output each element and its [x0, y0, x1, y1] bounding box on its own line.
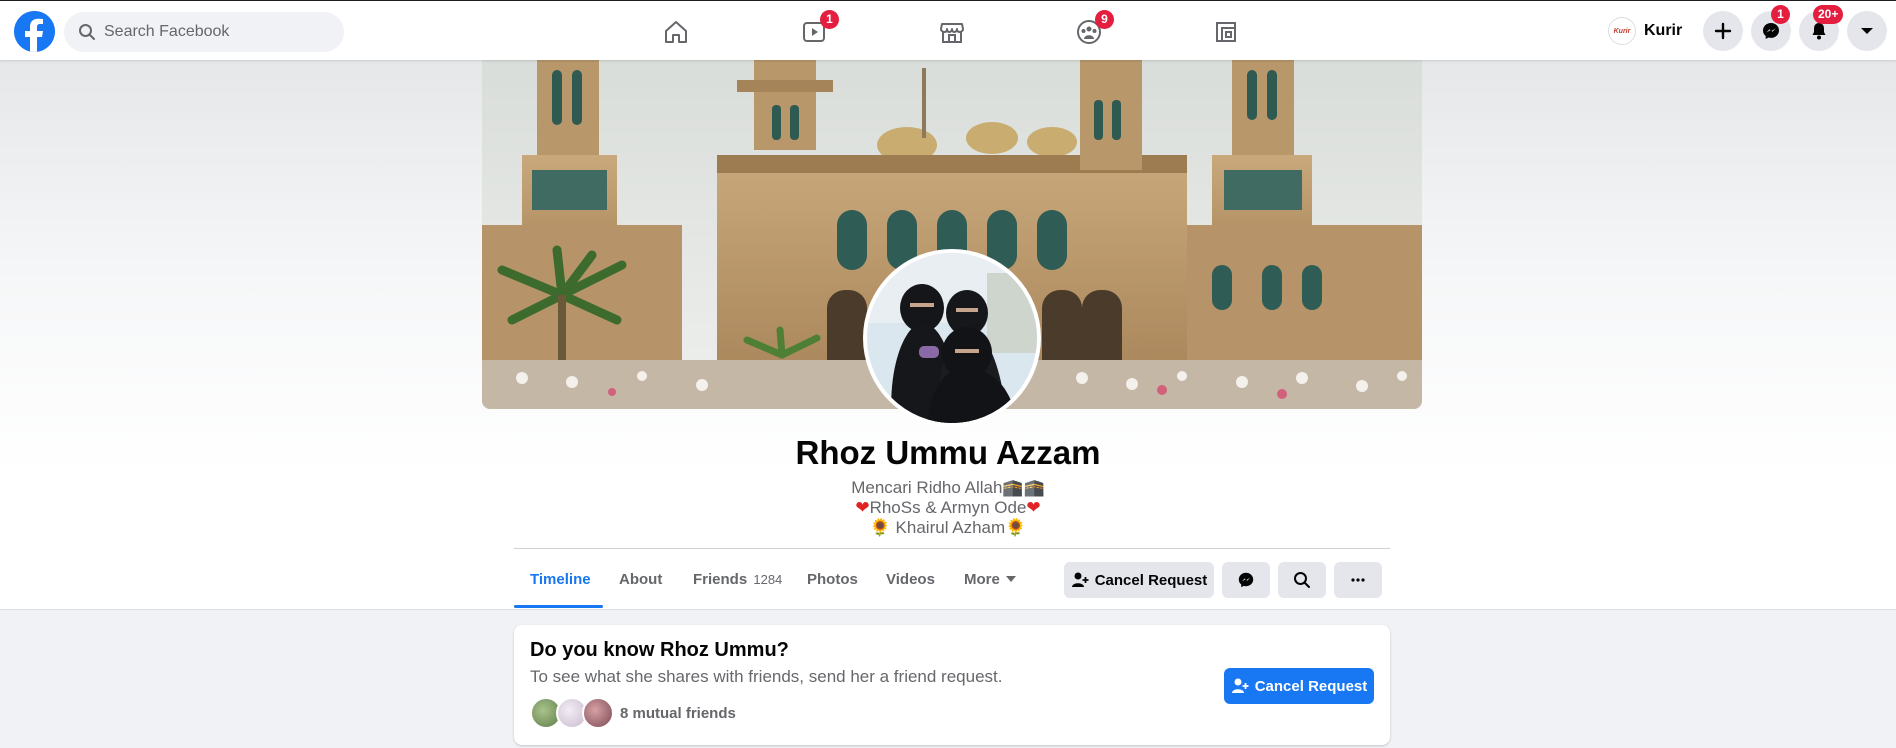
- facebook-logo[interactable]: [14, 11, 55, 52]
- messenger-button[interactable]: 1: [1751, 5, 1791, 51]
- sunflower-emoji: 🌻: [869, 518, 891, 537]
- tab-about[interactable]: About: [619, 563, 662, 597]
- card-cancel-request-button[interactable]: Cancel Request: [1224, 668, 1374, 704]
- search-input[interactable]: [104, 23, 324, 41]
- bell-icon: [1812, 23, 1826, 40]
- tab-about-label: About: [619, 571, 663, 588]
- mutual-friends-avatars[interactable]: [530, 697, 614, 731]
- tab-photos[interactable]: Photos: [807, 563, 858, 597]
- messenger-icon: [1238, 572, 1254, 588]
- facebook-f-icon: [14, 11, 55, 52]
- messenger-icon: [1763, 23, 1779, 39]
- groups-badge: 9: [1095, 10, 1114, 29]
- notifications-button[interactable]: 20+: [1799, 5, 1844, 51]
- account-name: Kurir: [1644, 22, 1683, 39]
- tab-friends-label: Friends: [693, 571, 748, 588]
- nav-watch[interactable]: 1: [758, 9, 870, 55]
- user-add-icon: [1071, 572, 1089, 587]
- caret-down-icon: [1861, 28, 1873, 34]
- message-button[interactable]: [1222, 562, 1270, 598]
- create-button[interactable]: [1703, 11, 1743, 51]
- nav-groups[interactable]: 9: [1033, 9, 1145, 55]
- card-cancel-request-label: Cancel Request: [1254, 677, 1368, 695]
- nav-home[interactable]: [620, 9, 732, 55]
- profile-picture[interactable]: [863, 249, 1041, 427]
- tab-timeline-label: Timeline: [530, 571, 591, 588]
- mutual-friend-avatar[interactable]: [582, 697, 614, 729]
- plus-icon: [1714, 22, 1732, 40]
- bio-line-2: ❤RhoSs & Armyn Ode❤: [0, 498, 1896, 518]
- notifications-badge: 20+: [1813, 5, 1844, 24]
- account-menu-button[interactable]: [1847, 11, 1887, 51]
- heart-emoji: ❤: [855, 498, 870, 517]
- marketplace-icon: [940, 23, 964, 43]
- tab-videos[interactable]: Videos: [886, 563, 935, 597]
- top-navigation-bar: 1 9 Kurir Kurir: [0, 0, 1896, 60]
- tab-photos-label: Photos: [807, 571, 858, 588]
- more-options-button[interactable]: [1334, 562, 1382, 598]
- profile-chip[interactable]: Kurir Kurir: [1608, 13, 1682, 49]
- nav-gaming[interactable]: [1170, 9, 1282, 55]
- profile-search-button[interactable]: [1278, 562, 1326, 598]
- tab-friends[interactable]: Friends 1284: [693, 563, 782, 597]
- home-icon: [665, 21, 687, 43]
- tab-more-label: More: [964, 571, 1000, 588]
- bio-line-2-text: RhoSs & Armyn Ode: [869, 498, 1027, 517]
- sunflower-emoji: 🌻: [1005, 518, 1027, 537]
- mutual-friends-count[interactable]: 8 mutual friends: [620, 705, 736, 722]
- watch-badge: 1: [820, 10, 839, 29]
- bio-line-1: Mencari Ridho Allah🕋🕋: [851, 478, 1045, 497]
- search-bar[interactable]: [64, 12, 344, 52]
- caret-down-icon: [1005, 576, 1016, 582]
- card-title: Do you know Rhoz Ummu?: [530, 639, 789, 661]
- tab-timeline[interactable]: Timeline: [530, 563, 591, 597]
- search-icon: [79, 24, 95, 40]
- friends-count: 1284: [753, 572, 783, 587]
- search-icon: [1294, 572, 1310, 588]
- cancel-request-label: Cancel Request: [1094, 571, 1208, 589]
- do-you-know-card: Do you know Rhoz Ummu? To see what she s…: [514, 625, 1390, 745]
- bio-line-3: 🌻 Khairul Azham🌻: [0, 518, 1896, 538]
- gaming-icon: [1216, 22, 1236, 42]
- messenger-badge: 1: [1771, 5, 1790, 24]
- profile-picture-image: [867, 253, 1037, 423]
- nav-marketplace[interactable]: [896, 9, 1008, 55]
- profile-name: Rhoz Ummu Azzam: [795, 434, 1101, 471]
- card-subtitle: To see what she shares with friends, sen…: [530, 667, 1003, 686]
- tab-videos-label: Videos: [886, 571, 935, 588]
- account-avatar: Kurir: [1608, 17, 1636, 45]
- tabs-divider: [514, 548, 1390, 549]
- heart-emoji: ❤: [1026, 498, 1041, 517]
- bio-line-3-text: Khairul Azham: [890, 518, 1006, 537]
- tab-more[interactable]: More: [964, 563, 1016, 597]
- ellipsis-icon: [1351, 578, 1365, 582]
- active-tab-indicator: [514, 605, 603, 608]
- cancel-request-button[interactable]: Cancel Request: [1064, 562, 1214, 598]
- user-add-icon: [1231, 678, 1249, 693]
